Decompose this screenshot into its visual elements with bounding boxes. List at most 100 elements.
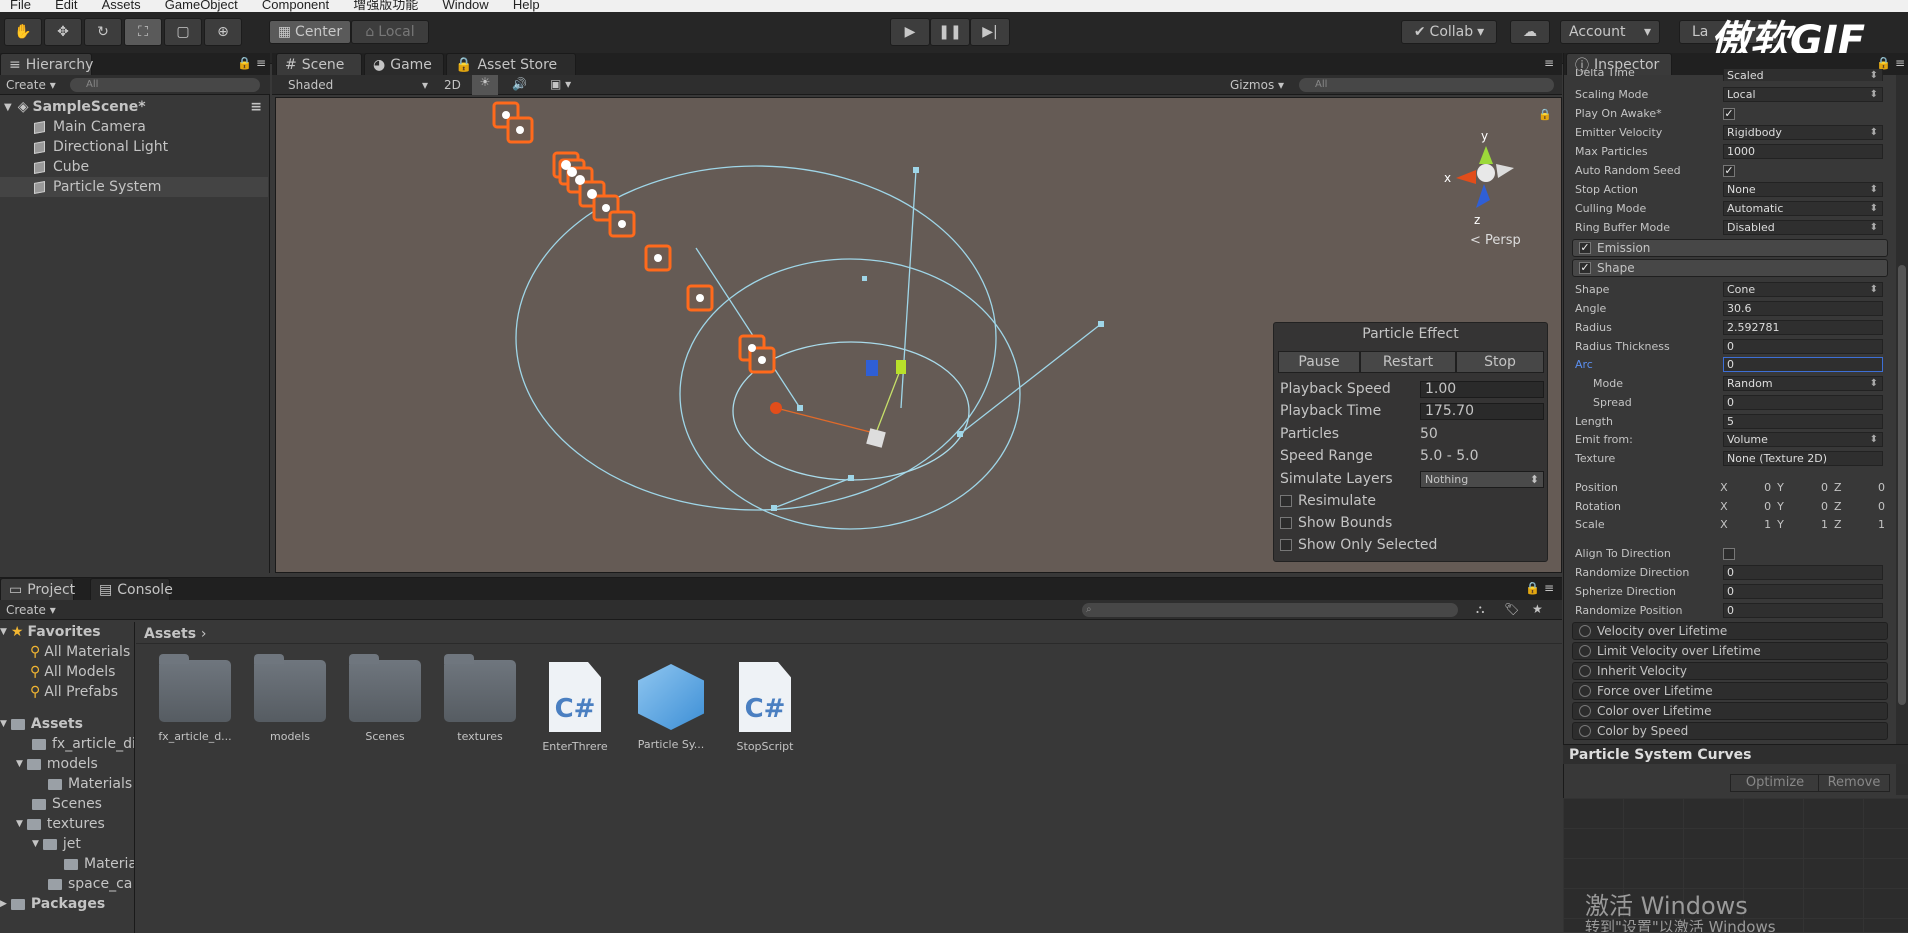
randomize-direction-field[interactable]: 0 (1723, 565, 1883, 580)
panel-menu-icon[interactable]: 🔒 ≡ (1525, 581, 1554, 595)
auto-random-seed-checkbox[interactable]: ✓ (1723, 164, 1735, 177)
scale-z-field[interactable]: 1 (1854, 518, 1885, 531)
audio-toggle[interactable]: 🔊 (512, 77, 527, 91)
favorite-star-icon[interactable]: ★ (1532, 602, 1543, 616)
position-y-field[interactable]: 0 (1797, 481, 1828, 494)
account-dropdown[interactable]: Account ▾ (1560, 20, 1660, 44)
scene-search-input[interactable]: All (1299, 78, 1554, 92)
hierarchy-item-selected[interactable]: Particle System (0, 177, 268, 197)
restart-button[interactable]: Restart (1360, 351, 1456, 373)
module-header[interactable]: Force over Lifetime (1572, 682, 1888, 700)
tab-asset-store[interactable]: 🔒 Asset Store (446, 53, 576, 75)
favorite-item[interactable]: ⚲ All Models (30, 662, 115, 682)
max-particles-field[interactable]: 1000 (1723, 144, 1883, 159)
playback-speed-field[interactable]: 1.00 (1420, 380, 1544, 398)
pivot-local-button[interactable]: ⌂ Local (351, 20, 429, 44)
cloud-button[interactable]: ☁ (1510, 20, 1550, 44)
project-create-button[interactable]: Create ▾ (6, 603, 56, 617)
move-tool-button[interactable]: ✥ (44, 18, 82, 46)
module-toggle[interactable] (1579, 665, 1591, 677)
packages-row[interactable]: ▶ Packages (0, 894, 105, 914)
module-header[interactable]: Inherit Velocity (1572, 662, 1888, 680)
arc-mode-dropdown[interactable]: Random (1723, 376, 1883, 391)
panel-menu-icon[interactable]: 🔒 ≡ (1876, 56, 1905, 70)
menu-window[interactable]: Window (442, 0, 488, 12)
rotate-tool-button[interactable]: ↻ (84, 18, 122, 46)
optimize-button[interactable]: Optimize (1730, 774, 1820, 792)
emission-module-header[interactable]: ✓ Emission (1572, 239, 1888, 257)
remove-button[interactable]: Remove (1818, 774, 1890, 792)
menu-component[interactable]: Component (262, 0, 329, 12)
tree-folder-item[interactable]: fx_article_di (32, 734, 134, 754)
hierarchy-item[interactable]: Main Camera (0, 117, 268, 137)
filter-label-icon[interactable]: 🏷 (1504, 602, 1519, 616)
asset-item[interactable]: Particle Sy... (626, 664, 716, 751)
x-handle[interactable] (770, 402, 782, 414)
radius-thickness-field[interactable]: 0 (1723, 339, 1883, 354)
rotation-x-field[interactable]: 0 (1740, 500, 1771, 513)
randomize-position-field[interactable]: 0 (1723, 603, 1883, 618)
scene-menu-icon[interactable]: ≡ (250, 99, 262, 115)
shape-checkbox[interactable]: ✓ (1579, 262, 1591, 274)
filter-type-icon[interactable]: ⛬ (1476, 602, 1484, 617)
emitter-velocity-dropdown[interactable]: Rigidbody (1723, 125, 1883, 140)
tree-folder-item[interactable]: Materia (64, 854, 134, 874)
rect-tool-button[interactable]: ▢ (164, 18, 202, 46)
play-on-awake-checkbox[interactable]: ✓ (1723, 107, 1735, 120)
asset-item[interactable]: C# StopScript (720, 662, 810, 753)
tab-console[interactable]: ▤ Console (90, 578, 173, 600)
tree-folder-item[interactable]: ▼ textures (16, 814, 105, 834)
module-toggle[interactable] (1579, 625, 1591, 637)
hierarchy-create-button[interactable]: Create ▾ (6, 78, 56, 92)
spherize-direction-field[interactable]: 0 (1723, 584, 1883, 599)
tab-hierarchy[interactable]: ≡ Hierarchy (0, 53, 93, 75)
menu-assets[interactable]: Assets (102, 0, 141, 12)
tree-folder-item[interactable]: Scenes (32, 794, 102, 814)
transform-tool-button[interactable]: ⊕ (204, 18, 242, 46)
project-search-input[interactable]: ⌕ (1082, 603, 1458, 617)
ring-buffer-mode-dropdown[interactable]: Disabled (1723, 220, 1883, 235)
rotation-y-field[interactable]: 0 (1797, 500, 1828, 513)
tree-folder-item[interactable]: ▼ jet (32, 834, 81, 854)
pause-button[interactable]: ❚❚ (930, 18, 970, 46)
scaling-mode-dropdown[interactable]: Local (1723, 87, 1883, 102)
hierarchy-search-input[interactable]: All (70, 78, 260, 92)
effects-dropdown[interactable]: ▣ ▾ (550, 77, 571, 91)
inspector-scrollbar[interactable] (1896, 75, 1908, 795)
menu-edit[interactable]: Edit (55, 0, 77, 12)
asset-item[interactable]: C# EnterThrere (530, 662, 620, 753)
resimulate-checkbox[interactable] (1280, 495, 1292, 507)
show-only-selected-checkbox[interactable] (1280, 539, 1292, 551)
play-button[interactable]: ▶ (890, 18, 930, 46)
show-bounds-checkbox[interactable] (1280, 517, 1292, 529)
resimulate-row[interactable]: Resimulate (1280, 491, 1544, 511)
tree-folder-item[interactable]: Materials (48, 774, 132, 794)
module-toggle[interactable] (1579, 645, 1591, 657)
module-header[interactable]: Color over Lifetime (1572, 702, 1888, 720)
hierarchy-item[interactable]: Cube (0, 157, 268, 177)
pause-button[interactable]: Pause (1278, 351, 1360, 373)
menu-help[interactable]: Help (513, 0, 540, 12)
culling-mode-dropdown[interactable]: Automatic (1723, 201, 1883, 216)
gizmos-dropdown[interactable]: Gizmos ▾ (1230, 78, 1284, 92)
hand-tool-button[interactable]: ✋ (4, 18, 42, 46)
shape-module-header[interactable]: ✓ Shape (1572, 259, 1888, 277)
scale-x-field[interactable]: 1 (1740, 518, 1771, 531)
hierarchy-item[interactable]: Directional Light (0, 137, 268, 157)
position-x-field[interactable]: 0 (1740, 481, 1771, 494)
module-toggle[interactable] (1579, 685, 1591, 697)
rotation-z-field[interactable]: 0 (1854, 500, 1885, 513)
radius-field[interactable]: 2.592781 (1723, 320, 1883, 335)
persp-label[interactable]: < Persp (1470, 233, 1521, 248)
delta-time-dropdown[interactable]: Scaled (1723, 69, 1883, 81)
lighting-toggle[interactable]: ☀ (472, 75, 498, 95)
menu-gameobject[interactable]: GameObject (165, 0, 238, 12)
tree-folder-item[interactable]: space_ca (48, 874, 132, 894)
arc-spread-field[interactable]: 0 (1723, 395, 1883, 410)
show-bounds-row[interactable]: Show Bounds (1280, 513, 1544, 533)
tree-folder-item[interactable]: ▼ models (16, 754, 98, 774)
z-handle[interactable] (866, 360, 878, 376)
lock-icon[interactable]: 🔒 (1538, 108, 1552, 121)
scale-tool-button[interactable]: ⛶ (124, 18, 162, 46)
emit-from-dropdown[interactable]: Volume (1723, 432, 1883, 447)
